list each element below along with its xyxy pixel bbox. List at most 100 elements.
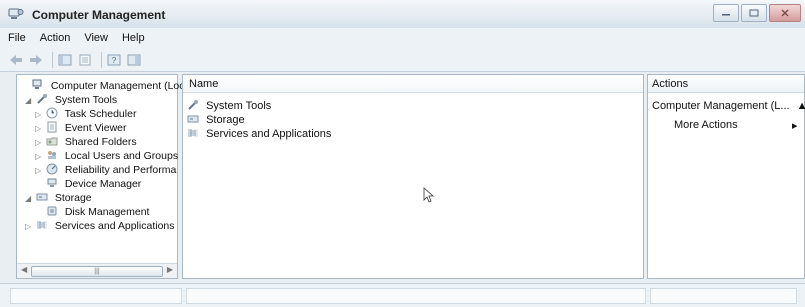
tree-item-label: Event Viewer — [64, 122, 127, 134]
tree-item-services-and-applications[interactable]: ▷ Services and Applications — [25, 219, 175, 234]
tree-item-label: Shared Folders — [64, 136, 137, 148]
system-tools-icon — [188, 100, 198, 110]
list-item-storage[interactable]: Storage — [187, 113, 245, 127]
tree-arrow-icon[interactable]: ▷ — [35, 164, 43, 178]
toolbar-separator — [52, 51, 53, 68]
toolbar-separator — [101, 51, 102, 68]
status-segment — [650, 288, 797, 304]
tree-item-task-scheduler[interactable]: ▷ Task Scheduler — [35, 107, 136, 122]
disk-management-icon — [47, 206, 57, 216]
tree-item-storage[interactable]: ◢ Storage — [25, 191, 92, 206]
tree-item-label: Device Manager — [64, 178, 142, 190]
chevron-right-icon: ▸ — [792, 120, 798, 132]
menu-bar: File Action View Help — [0, 28, 805, 48]
close-icon — [781, 9, 789, 17]
console-tree-pane[interactable]: Computer Management (Local) ◢ System Too… — [16, 74, 196, 279]
window-title: Computer Management — [32, 8, 166, 22]
system-tools-icon — [37, 94, 47, 104]
export-list-icon — [79, 54, 91, 65]
status-bar — [0, 283, 805, 307]
forward-button[interactable] — [28, 52, 44, 68]
tree-arrow-icon[interactable]: ▷ — [35, 150, 43, 164]
show-tree-button[interactable] — [57, 52, 73, 68]
clock-icon — [46, 107, 58, 119]
tree-item-label: Disk Management — [64, 206, 150, 218]
event-viewer-icon — [47, 121, 57, 133]
status-segment — [10, 288, 182, 304]
tree-item-system-tools[interactable]: ◢ System Tools — [25, 93, 117, 108]
tree-item-disk-management[interactable]: Disk Management — [35, 205, 149, 219]
tree-arrow-icon[interactable]: ◢ — [25, 94, 33, 108]
scroll-left-icon[interactable]: ◀ — [21, 265, 27, 274]
scroll-right-icon[interactable]: ▶ — [167, 265, 173, 274]
back-arrow-icon — [10, 54, 22, 65]
minimize-button[interactable] — [713, 4, 739, 22]
actions-pane: Actions Computer Management (L... ▲ More… — [647, 74, 805, 279]
tree-item-label: Computer Management (Local) — [50, 80, 197, 92]
tree-item-reliability-and-performance[interactable]: ▷ Reliability and Performa — [35, 163, 176, 178]
title-bar: Computer Management — [0, 0, 805, 29]
tree-arrow-icon[interactable]: ▷ — [35, 122, 43, 136]
list-item-services-and-applications[interactable]: Services and Applications — [187, 127, 331, 141]
computer-management-icon — [32, 79, 42, 89]
list-item-label: System Tools — [206, 100, 272, 112]
more-actions-item[interactable]: More Actions ▸ — [674, 119, 798, 132]
horizontal-scrollbar[interactable]: ◀ ||| ▶ — [17, 263, 177, 278]
shared-folder-icon — [46, 137, 58, 146]
menu-file[interactable]: File — [8, 32, 26, 44]
menu-view[interactable]: View — [84, 32, 108, 44]
action-pane-icon — [127, 54, 141, 65]
device-manager-icon — [47, 178, 57, 187]
users-icon — [47, 151, 56, 159]
list-item-label: Services and Applications — [206, 128, 332, 140]
tree-item-event-viewer[interactable]: ▷ Event Viewer — [35, 121, 127, 136]
list-item-label: Storage — [206, 114, 245, 126]
scroll-thumb[interactable]: ||| — [31, 266, 163, 277]
reliability-icon — [46, 163, 58, 175]
actions-title: Actions — [648, 75, 804, 93]
tree-item-label: Services and Applications — [54, 220, 175, 232]
tree-item-label: System Tools — [54, 94, 118, 106]
forward-arrow-icon — [30, 54, 42, 65]
menu-action[interactable]: Action — [40, 32, 71, 44]
name-column-header[interactable]: Name — [183, 75, 643, 93]
tree-item-device-manager[interactable]: Device Manager — [35, 177, 141, 191]
tree-arrow-icon[interactable]: ▷ — [35, 108, 43, 122]
menu-help[interactable]: Help — [122, 32, 145, 44]
maximize-button[interactable] — [741, 4, 767, 22]
toolbar: ? — [0, 48, 805, 72]
collapse-up-icon[interactable]: ▲ — [797, 100, 805, 112]
tree-item-computer-management[interactable]: Computer Management (Local) — [21, 79, 196, 93]
tree-item-label: Storage — [54, 192, 92, 204]
storage-icon — [187, 115, 199, 123]
list-item-system-tools[interactable]: System Tools — [187, 99, 271, 113]
services-icon — [36, 221, 47, 229]
storage-icon — [36, 193, 48, 201]
back-button[interactable] — [8, 52, 24, 68]
show-action-pane-button[interactable] — [126, 52, 142, 68]
services-icon — [188, 129, 198, 137]
status-segment — [186, 288, 646, 304]
tree-item-label: Local Users and Groups — [64, 150, 179, 162]
close-button[interactable] — [769, 4, 801, 22]
console-tree-icon — [58, 54, 72, 65]
mouse-cursor-icon — [423, 187, 435, 203]
scroll-grip-icon: ||| — [94, 268, 100, 275]
actions-section-header[interactable]: Computer Management (L... ▲ — [652, 100, 805, 112]
tree-item-local-users-and-groups[interactable]: ▷ Local Users and Groups — [35, 149, 178, 164]
minimize-icon — [722, 14, 730, 16]
window-controls — [713, 4, 801, 22]
help-icon: ? — [107, 54, 121, 65]
tree-arrow-icon[interactable]: ▷ — [25, 220, 33, 234]
svg-text:?: ? — [112, 56, 117, 65]
computer-management-icon — [8, 8, 24, 19]
tree-arrow-icon[interactable]: ▷ — [35, 136, 43, 150]
export-button[interactable] — [77, 52, 93, 68]
maximize-icon — [749, 9, 759, 17]
tree-item-label: Reliability and Performa — [64, 164, 177, 176]
tree-item-shared-folders[interactable]: ▷ Shared Folders — [35, 135, 137, 150]
results-pane: Name System Tools Storage Services and A… — [182, 74, 644, 279]
tree-arrow-icon[interactable]: ◢ — [25, 192, 33, 206]
tree-item-label: Task Scheduler — [64, 108, 137, 120]
help-button[interactable]: ? — [106, 52, 122, 68]
